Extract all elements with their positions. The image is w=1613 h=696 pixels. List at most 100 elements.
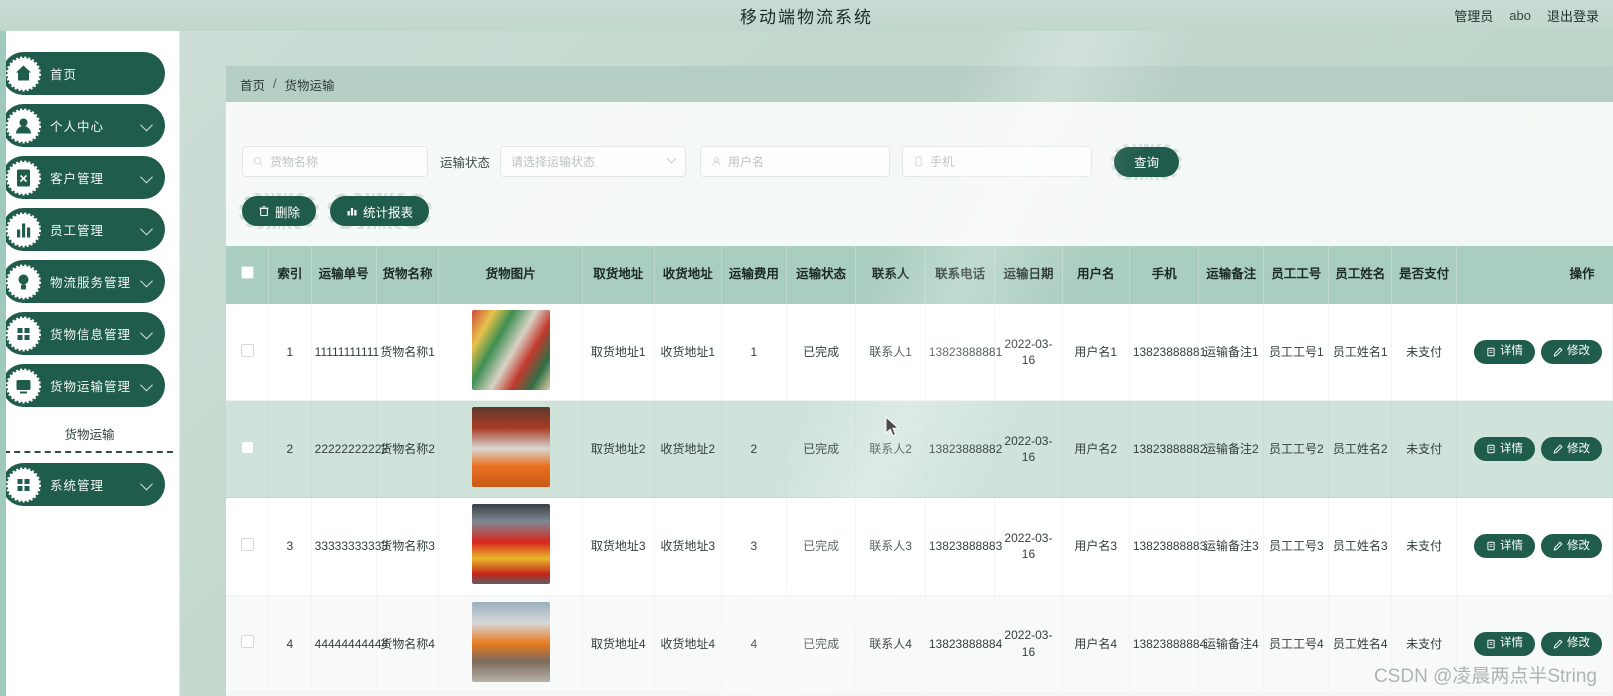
sidebar-item-customer-management[interactable]: 客户管理: [2, 156, 165, 199]
username-placeholder: 用户名: [728, 155, 765, 169]
sidebar-item-label: 个人中心: [50, 120, 105, 134]
sidebar-item-employee-management[interactable]: 员工管理: [2, 208, 165, 251]
sidebar-divider: [4, 451, 173, 453]
colorful-bottles-photo[interactable]: [471, 310, 550, 390]
cell-index: 2: [268, 400, 312, 499]
sidebar-item-cargo-transport-management[interactable]: 货物运输管理: [2, 364, 165, 407]
edit-button[interactable]: 修改: [1538, 434, 1605, 464]
sidebar-item-logistics-service-management[interactable]: 物流服务管理: [2, 260, 165, 303]
logout-button[interactable]: 退出登录: [1547, 6, 1599, 25]
delete-button[interactable]: 删除: [238, 193, 320, 229]
cell-username: 用户名4: [1062, 595, 1130, 693]
edit-button[interactable]: 修改: [1538, 629, 1605, 659]
cargo-name-placeholder: 货物名称: [270, 155, 319, 169]
row-select-cell[interactable]: [226, 595, 270, 693]
sidebar-item-home[interactable]: 首页: [2, 52, 165, 95]
detail-button[interactable]: 详情: [1471, 629, 1538, 659]
red-banner-ceremony-photo[interactable]: [471, 504, 550, 585]
cell-phone: 13823888882: [1129, 400, 1206, 499]
detail-button-label: 详情: [1500, 442, 1523, 455]
top-header-bar: 移动端物流系统 管理员 abo 退出登录: [0, 0, 1613, 31]
cell-transport-fee: 1: [721, 304, 787, 402]
table-row[interactable]: 1 11111111111 货物名称1 取货地址1 收货地址1 1 已完成 联系人1 13823…: [226, 304, 1613, 402]
select-all-header[interactable]: [226, 246, 270, 304]
delete-button-label: 删除: [275, 205, 301, 220]
cargo-name-input[interactable]: 货物名称: [242, 146, 428, 177]
cell-cargo-image[interactable]: [438, 497, 583, 596]
col-operations: 操作: [1456, 246, 1613, 304]
grid-icon: [5, 466, 42, 503]
col-contact-phone: 联系电话: [925, 246, 996, 304]
pencil-icon: [1553, 639, 1563, 649]
row-checkbox[interactable]: [240, 537, 254, 551]
cell-operations: 详情 修改: [1456, 304, 1613, 402]
detail-button[interactable]: 详情: [1471, 434, 1538, 464]
document-icon: [1487, 542, 1495, 551]
cell-transport-status: 已完成: [786, 497, 857, 596]
cell-transport-date: 2022-03-16: [994, 304, 1063, 402]
col-contact: 联系人: [855, 246, 926, 304]
breadcrumb: 首页 / 货物运输: [226, 66, 1613, 102]
sidebar-item-label: 客户管理: [50, 172, 105, 186]
sidebar-item-system-management[interactable]: 系统管理: [2, 463, 165, 506]
user-icon: [5, 107, 42, 144]
transport-status-label: 运输状态: [440, 156, 491, 170]
cell-pickup-address: 取货地址4: [582, 595, 655, 693]
row-checkbox[interactable]: [240, 635, 254, 649]
col-cargo-name: 货物名称: [376, 246, 440, 304]
cell-transport-status: 已完成: [786, 400, 857, 499]
grid-icon: [5, 315, 42, 352]
chevron-down-icon: [140, 170, 153, 183]
row-select-cell[interactable]: [226, 497, 270, 596]
row-checkbox[interactable]: [240, 440, 254, 454]
row-select-cell[interactable]: [226, 400, 270, 499]
sidebar-subitem-cargo-transport[interactable]: 货物运输: [0, 416, 179, 449]
table-row[interactable]: 3 33333333333 货物名称3 取货地址3 收货地址3 3 已完成 联系人3 13823…: [226, 497, 1613, 596]
street-delivery-photo[interactable]: [471, 601, 550, 682]
sidebar-item-personal-center[interactable]: 个人中心: [2, 104, 165, 147]
select-all-checkbox[interactable]: [240, 266, 254, 280]
pencil-icon: [1553, 444, 1563, 454]
cell-cargo-name: 货物名称2: [376, 400, 440, 499]
breadcrumb-home[interactable]: 首页: [240, 75, 265, 94]
detail-button[interactable]: 详情: [1471, 337, 1538, 367]
cell-contact: 联系人2: [855, 400, 926, 499]
user-icon: [712, 157, 721, 166]
transport-status-select[interactable]: 请选择运输状态: [500, 146, 687, 177]
cell-cargo-name: 货物名称3: [376, 497, 440, 596]
statistics-report-button[interactable]: 统计报表: [327, 193, 433, 229]
sidebar-item-cargo-info-management[interactable]: 货物信息管理: [2, 312, 165, 355]
cell-cargo-image[interactable]: [438, 595, 583, 693]
phone-input[interactable]: 手机: [902, 146, 1093, 177]
orange-vest-worker-photo[interactable]: [471, 407, 550, 488]
document-icon: [1487, 347, 1495, 357]
cell-employee-no: 员工工号4: [1263, 595, 1330, 693]
cell-transport-fee: 2: [721, 400, 787, 499]
cell-cargo-image[interactable]: [438, 304, 583, 402]
detail-button-label: 详情: [1500, 636, 1523, 649]
table-row[interactable]: 2 22222222222 货物名称2 取货地址2 收货地址2 2 已完成 联系人2 13823…: [226, 400, 1613, 499]
cell-cargo-image[interactable]: [438, 400, 583, 499]
query-button[interactable]: 查询: [1111, 143, 1183, 180]
col-transport-fee: 运输费用: [721, 246, 787, 304]
cell-transport-date: 2022-03-16: [994, 497, 1063, 596]
data-table-container: 索引 运输单号 货物名称 货物图片 取货地址 收货地址 运输费用 运输状态 联系…: [226, 246, 1613, 696]
row-select-cell[interactable]: [226, 304, 270, 402]
col-paid: 是否支付: [1391, 246, 1458, 304]
query-button-label: 查询: [1134, 156, 1160, 170]
cell-cargo-name: 货物名称1: [376, 304, 440, 402]
cell-phone: 13823888883: [1129, 497, 1206, 596]
edit-button[interactable]: 修改: [1538, 531, 1605, 561]
table-row[interactable]: 4 44444444444 货物名称4 取货地址4 收货地址4 4 已完成 联系人4 13823…: [226, 595, 1613, 693]
username-input[interactable]: 用户名: [700, 146, 891, 177]
chevron-down-icon: [140, 326, 153, 339]
chevron-down-icon: [140, 477, 153, 490]
sidebar-item-label: 货物运输管理: [50, 380, 132, 394]
cell-operations: 详情 修改: [1456, 400, 1613, 499]
detail-button[interactable]: 详情: [1471, 531, 1538, 561]
cell-phone: 13823888884: [1129, 595, 1206, 693]
edit-button[interactable]: 修改: [1538, 337, 1605, 367]
row-checkbox[interactable]: [240, 343, 254, 357]
edit-button-label: 修改: [1567, 539, 1590, 552]
cell-cargo-name: 货物名称4: [376, 595, 440, 693]
